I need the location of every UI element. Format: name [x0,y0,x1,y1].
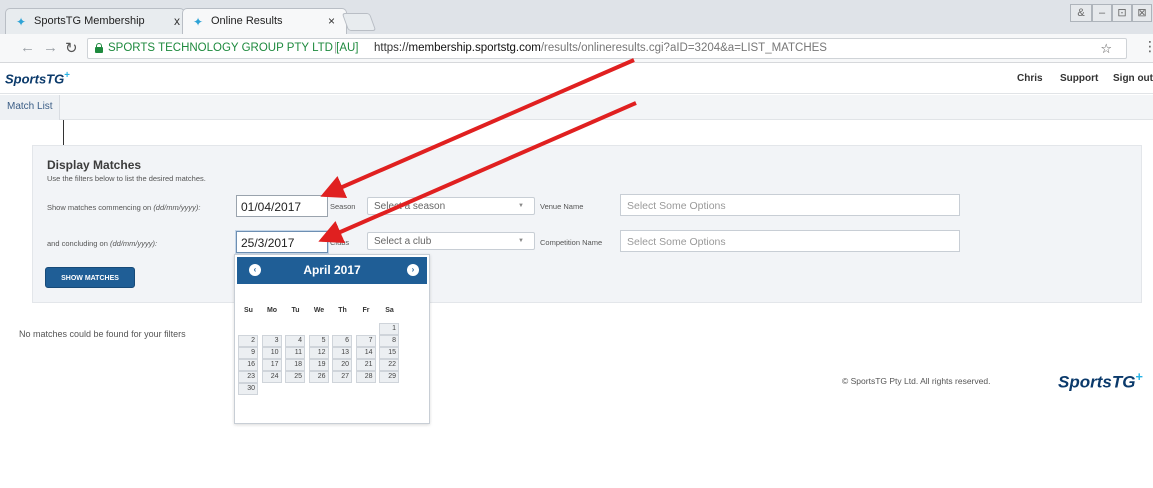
annotation-arrows [318,58,637,244]
annotation-arrow-end-date [318,101,637,244]
annotation-arrow-start-date [320,58,635,199]
